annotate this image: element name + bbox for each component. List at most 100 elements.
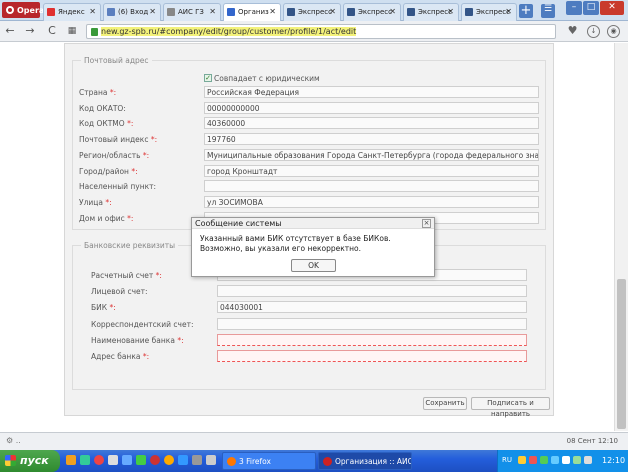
- close-window-icon[interactable]: ✕: [600, 1, 624, 15]
- postal-field-input[interactable]: 40360000: [204, 117, 539, 130]
- quicklaunch-icon-3[interactable]: [94, 455, 104, 465]
- quicklaunch-icon-6[interactable]: [136, 455, 146, 465]
- postal-field-input[interactable]: [204, 180, 539, 193]
- firefox-icon: [227, 457, 236, 466]
- tab-label: Организ: [238, 8, 269, 16]
- sign-and-send-button[interactable]: Подписать и направить: [471, 397, 550, 418]
- page-scrollbar[interactable]: [614, 43, 628, 431]
- same-as-legal-checkbox[interactable]: ✓: [204, 74, 212, 82]
- tray-icon-2[interactable]: [529, 456, 537, 464]
- taskbar-clock: 12:10: [602, 456, 626, 465]
- browser-tab[interactable]: Экспресс ✕: [283, 3, 341, 21]
- tab-menu-icon[interactable]: ☰: [541, 4, 555, 18]
- system-message-dialog: Сообщение системы × Указанный вами БИК о…: [191, 217, 435, 277]
- bank-field-label: Лицевой счет:: [91, 287, 148, 297]
- postal-field-label: Населенный пункт:: [79, 182, 157, 192]
- tab-close-icon[interactable]: ✕: [389, 7, 396, 16]
- save-button[interactable]: Сохранить: [423, 397, 467, 410]
- postal-field-input[interactable]: Муниципальные образования Города Санкт-П…: [204, 148, 539, 161]
- tab-close-icon[interactable]: ✕: [329, 7, 336, 16]
- dialog-close-icon[interactable]: ×: [422, 219, 431, 228]
- status-settings-icon[interactable]: ⚙ ..: [6, 436, 21, 445]
- tray-icon-1[interactable]: [518, 456, 526, 464]
- quicklaunch-icon-7[interactable]: [150, 455, 160, 465]
- quicklaunch-icon-8[interactable]: [164, 455, 174, 465]
- opera-logo-icon: [6, 6, 14, 14]
- secure-lock-icon: [91, 28, 98, 36]
- quicklaunch-icon-9[interactable]: [178, 455, 188, 465]
- browser-tab[interactable]: АИС ГЗ ✕: [163, 3, 221, 21]
- postal-field-input[interactable]: 197760: [204, 133, 539, 146]
- browser-tab[interactable]: Организ ✕: [223, 3, 281, 21]
- tab-close-icon[interactable]: ✕: [209, 7, 216, 16]
- bank-details-legend: Банковские реквизиты: [81, 241, 179, 250]
- postal-field-input[interactable]: ул ЗОСИМОВА: [204, 195, 539, 208]
- tab-favicon-icon: [47, 8, 55, 16]
- heart-icon[interactable]: ♥: [566, 25, 579, 38]
- tab-close-icon[interactable]: ✕: [269, 7, 276, 16]
- new-tab-button[interactable]: +: [519, 4, 533, 18]
- tray-icon-5[interactable]: [562, 456, 570, 464]
- browser-tab[interactable]: (6) Вход ✕: [103, 3, 161, 21]
- bank-field-label: Адрес банка *:: [91, 352, 150, 361]
- quicklaunch-icon-5[interactable]: [122, 455, 132, 465]
- forward-icon[interactable]: →: [24, 25, 36, 37]
- reload-icon[interactable]: C: [46, 25, 58, 37]
- postal-field-input[interactable]: 00000000000: [204, 101, 539, 114]
- postal-field-input[interactable]: Российская Федерация: [204, 86, 539, 98]
- taskbar-firefox[interactable]: 3 Firefox: [222, 452, 316, 470]
- volume-icon[interactable]: [584, 456, 592, 464]
- dialog-title: Сообщение системы: [192, 218, 434, 229]
- opera-icon: [323, 457, 332, 466]
- dialog-message: Указанный вами БИК отсутствует в базе БИ…: [200, 234, 391, 253]
- postal-address-legend: Почтовый адрес: [81, 56, 152, 65]
- postal-field-label: Почтовый индекс *:: [79, 135, 158, 145]
- minimize-icon[interactable]: –: [566, 1, 582, 15]
- postal-field-input[interactable]: город Кронштадт: [204, 164, 539, 177]
- tab-favicon-icon: [167, 8, 175, 16]
- quicklaunch-icon-10[interactable]: [192, 455, 202, 465]
- account-icon[interactable]: ◉: [607, 25, 620, 38]
- tab-close-icon[interactable]: ✕: [505, 7, 512, 16]
- opera-menu-button[interactable]: Opera: [2, 2, 44, 18]
- browser-tab[interactable]: Экспресс ✕: [403, 3, 459, 21]
- browser-tab[interactable]: Экспресс ✕: [461, 3, 517, 21]
- postal-field-label: Код ОКТМО *:: [79, 119, 134, 129]
- tray-icon-4[interactable]: [551, 456, 559, 464]
- postal-field-label: Улица *:: [79, 197, 112, 207]
- browser-tab-bar: Opera Яндекс ✕ (6) Вход ✕ АИС ГЗ ✕ Организ ✕ Экс…: [0, 0, 628, 21]
- bank-field-input[interactable]: 044030001: [217, 301, 527, 314]
- quicklaunch-icon-11[interactable]: [206, 455, 216, 465]
- bank-field-label: Расчетный счет *:: [91, 271, 162, 280]
- postal-field-label: Код ОКАТО:: [79, 103, 126, 113]
- bank-field-input[interactable]: [217, 285, 527, 298]
- speed-dial-icon[interactable]: ▦: [66, 25, 78, 37]
- bank-field-label: Корреспондентский счет:: [91, 319, 194, 329]
- tray-icon-3[interactable]: [540, 456, 548, 464]
- browser-tab[interactable]: Экспресс ✕: [343, 3, 401, 21]
- bank-field-input[interactable]: [217, 333, 527, 346]
- browser-tab[interactable]: Яндекс ✕: [43, 3, 101, 21]
- back-icon[interactable]: ←: [4, 25, 16, 37]
- bank-field-input[interactable]: [217, 350, 527, 362]
- url-field[interactable]: new.gz-spb.ru/#company/edit/group/custom…: [86, 24, 556, 39]
- start-button[interactable]: пуск: [0, 450, 60, 472]
- quicklaunch-icon-2[interactable]: [80, 455, 90, 465]
- tab-close-icon[interactable]: ✕: [447, 7, 454, 16]
- tab-label: Экспресс: [358, 8, 392, 16]
- bank-field-label: Наименование банка *:: [91, 335, 184, 345]
- dialog-ok-button[interactable]: OK: [291, 259, 336, 272]
- tab-favicon-icon: [287, 8, 295, 16]
- bank-field-input[interactable]: [217, 317, 527, 330]
- taskbar-opera-window[interactable]: Организация :: АИС ...: [318, 452, 412, 470]
- tray-icon-6[interactable]: [573, 456, 581, 464]
- tab-close-icon[interactable]: ✕: [149, 7, 156, 16]
- language-indicator[interactable]: RU: [502, 456, 512, 464]
- scrollbar-thumb[interactable]: [617, 279, 626, 429]
- quicklaunch-icon-1[interactable]: [66, 455, 76, 465]
- tab-close-icon[interactable]: ✕: [89, 7, 96, 16]
- maximize-icon[interactable]: □: [583, 1, 599, 15]
- postal-field-label: Страна *:: [79, 88, 117, 97]
- download-icon[interactable]: ↓: [587, 25, 600, 38]
- quicklaunch-icon-4[interactable]: [108, 455, 118, 465]
